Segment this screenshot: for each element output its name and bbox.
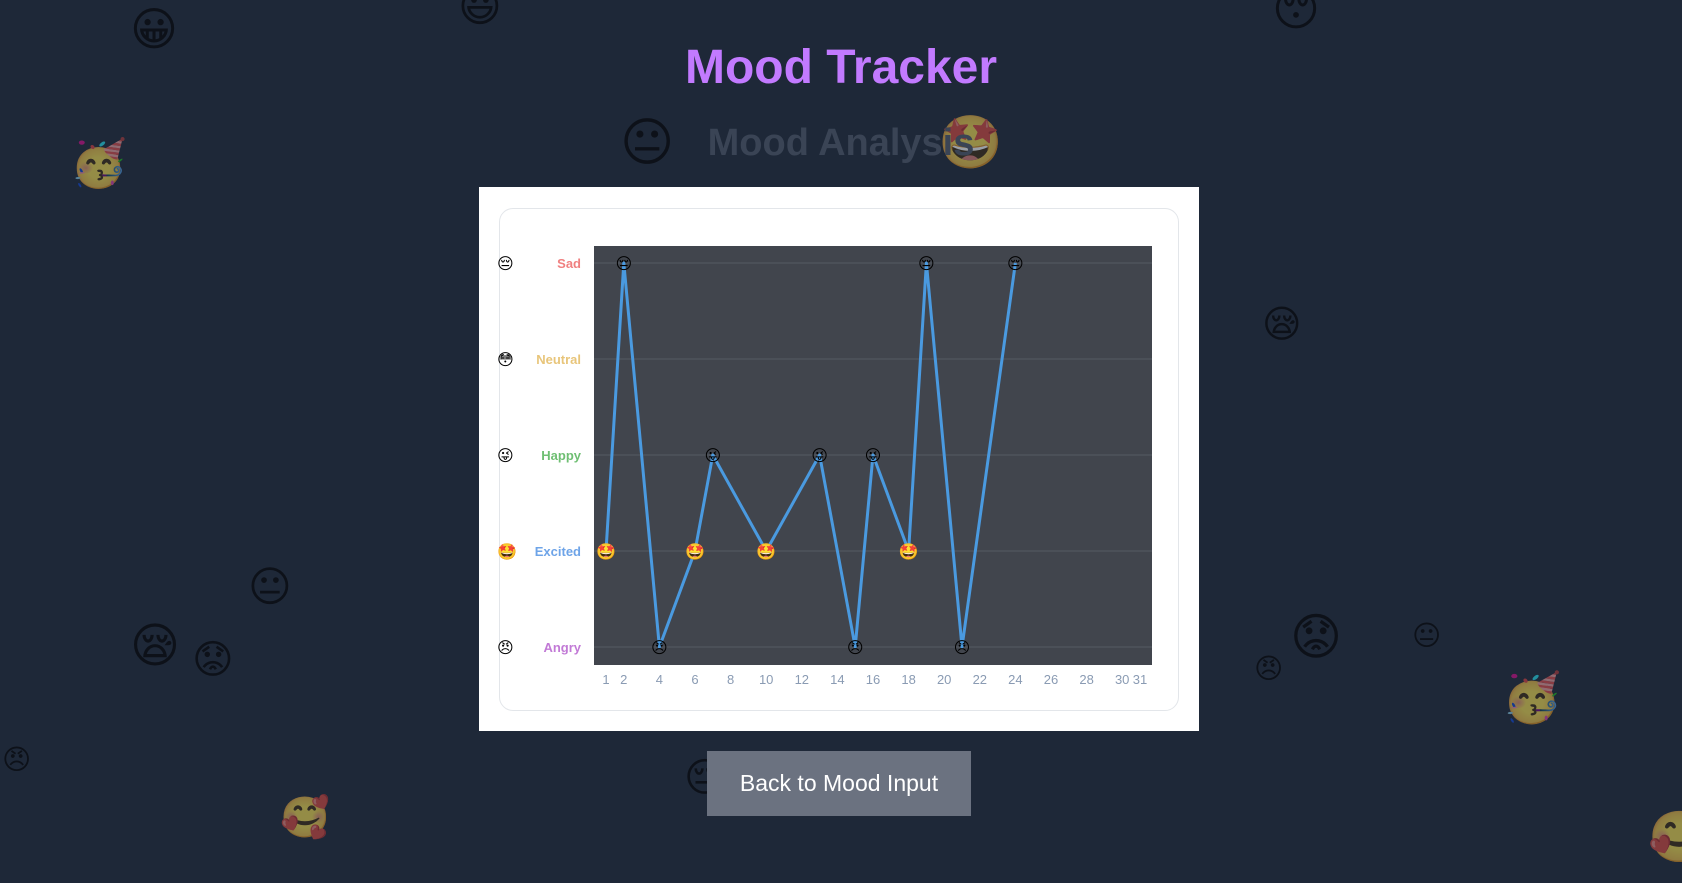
sleeping-emoji-icon: 😴 bbox=[1272, 0, 1346, 36]
y-axis-emoji-icon: 😳 bbox=[497, 350, 514, 369]
x-tick-label: 12 bbox=[795, 672, 809, 687]
x-tick-label: 18 bbox=[901, 672, 915, 687]
data-point-emoji: 😠 bbox=[651, 638, 668, 657]
smiling-hearts-emoji-icon: 🥰 bbox=[1648, 808, 1682, 866]
sleepy-emoji-icon: 😪 bbox=[1262, 302, 1302, 346]
x-tick-label: 1 bbox=[602, 672, 609, 687]
y-tick-label: Excited bbox=[535, 544, 581, 559]
y-tick-label: Happy bbox=[541, 448, 582, 463]
x-tick-label: 24 bbox=[1008, 672, 1022, 687]
x-tick-label: 2 bbox=[620, 672, 627, 687]
y-axis-emoji-icon: 😜 bbox=[497, 446, 514, 465]
data-point-emoji: 🤩 bbox=[899, 542, 919, 561]
chart-card: 😔 Sad 😳 Neutral 😜 Happy 🤩 Excited 😠 Angry 1 2 4 6 8 10 1… bbox=[479, 187, 1199, 731]
data-point-emoji: 😜 bbox=[865, 446, 882, 465]
angry-emoji-icon: 😠 bbox=[1254, 652, 1284, 685]
worried-emoji-icon: 😟 bbox=[192, 637, 234, 683]
y-axis-emoji-icon: 😔 bbox=[497, 254, 514, 273]
x-tick-label: 20 bbox=[937, 672, 951, 687]
back-to-mood-input-button[interactable]: Back to Mood Input bbox=[707, 751, 971, 816]
data-point-emoji: 🤩 bbox=[596, 542, 616, 561]
y-tick-label: Angry bbox=[543, 640, 581, 655]
data-point-emoji: 😜 bbox=[811, 446, 828, 465]
neutral-emoji-icon: 😐 bbox=[248, 562, 292, 611]
smiling-hearts-emoji-icon: 🥰 bbox=[280, 795, 330, 841]
data-point-emoji: 😔 bbox=[615, 254, 632, 273]
data-point-emoji: 😔 bbox=[1007, 254, 1024, 273]
y-tick-label: Sad bbox=[557, 256, 581, 271]
section-title: Mood Analysis bbox=[707, 122, 975, 164]
data-point-emoji: 😠 bbox=[954, 638, 971, 657]
data-point-emoji: 😔 bbox=[918, 254, 935, 273]
x-tick-label: 30 bbox=[1115, 672, 1129, 687]
y-axis-emoji-icon: 🤩 bbox=[497, 542, 517, 561]
y-axis-emoji-icon: 😠 bbox=[497, 638, 514, 657]
neutral-emoji-icon: 😐 bbox=[1412, 619, 1442, 652]
x-tick-label: 10 bbox=[759, 672, 773, 687]
data-point-emoji: 🤩 bbox=[685, 542, 705, 561]
x-tick-label: 31 bbox=[1133, 672, 1147, 687]
x-tick-label: 28 bbox=[1079, 672, 1093, 687]
worried-emoji-icon: 😟 bbox=[1290, 608, 1343, 666]
x-tick-label: 22 bbox=[973, 672, 987, 687]
x-tick-label: 6 bbox=[691, 672, 698, 687]
page-title: Mood Tracker bbox=[684, 41, 998, 94]
x-tick-label: 16 bbox=[866, 672, 880, 687]
data-point-emoji: 😠 bbox=[847, 638, 864, 657]
sleepy-emoji-icon: 😪 bbox=[130, 618, 181, 674]
x-tick-label: 4 bbox=[656, 672, 663, 687]
x-tick-label: 14 bbox=[830, 672, 844, 687]
smiley-emoji-icon: 😃 bbox=[458, 0, 502, 31]
mood-line-chart: 😔 Sad😳 Neutral😜 Happy🤩 Excited😠 Angry1 2 4 6 8 10 1… bbox=[497, 246, 1152, 687]
x-tick-label: 8 bbox=[727, 672, 734, 687]
angry-emoji-icon: 😠 bbox=[2, 743, 32, 776]
x-tick-label: 26 bbox=[1044, 672, 1058, 687]
data-point-emoji: 😜 bbox=[704, 446, 721, 465]
y-tick-label: Neutral bbox=[536, 352, 581, 367]
data-point-emoji: 🤩 bbox=[756, 542, 776, 561]
party-emoji-icon: 🥳 bbox=[1502, 670, 1562, 726]
